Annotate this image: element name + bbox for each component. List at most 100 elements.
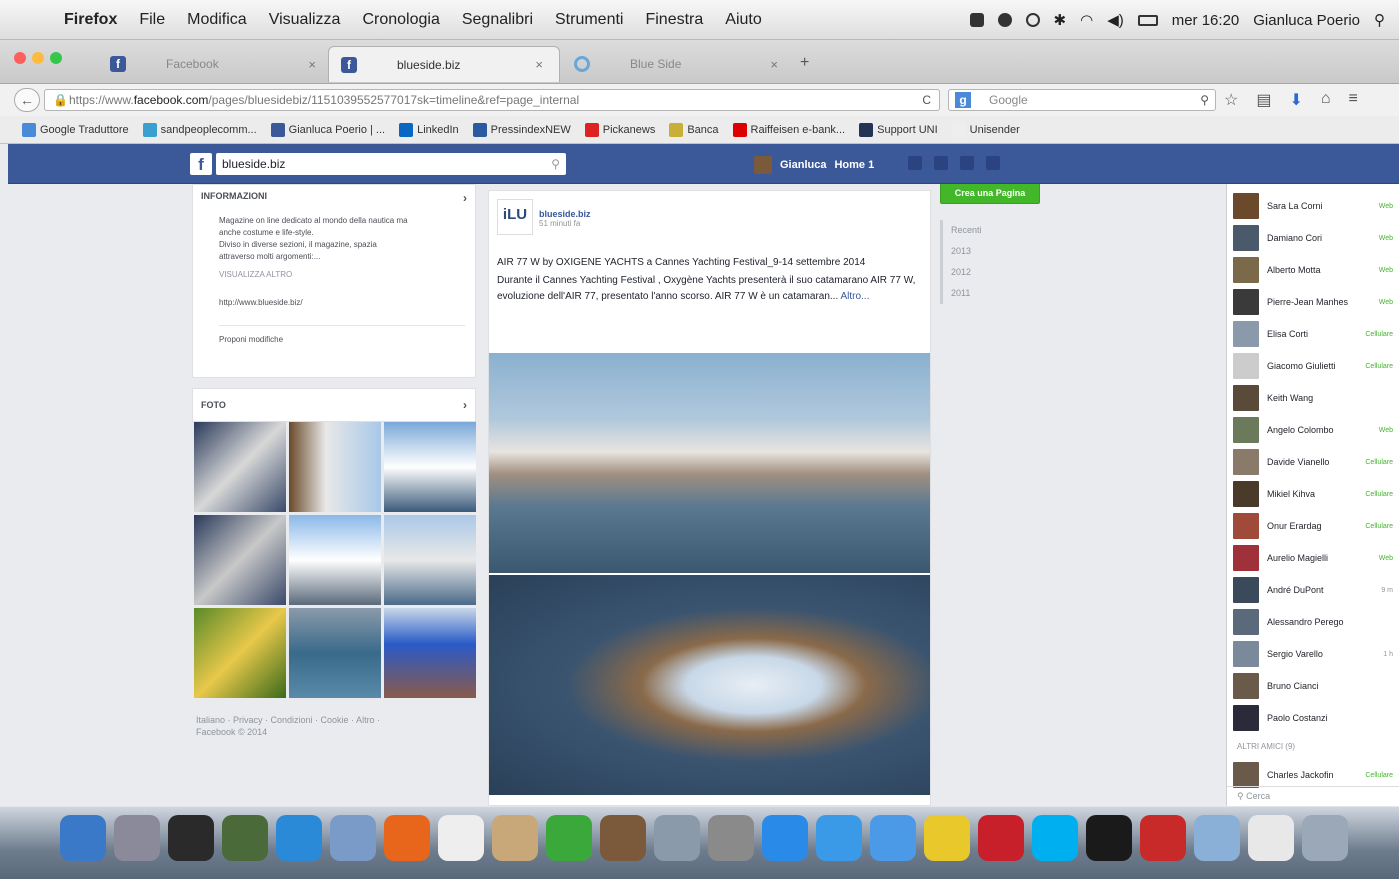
- post-time[interactable]: 51 minuti fa: [539, 219, 591, 228]
- notifications-icon[interactable]: [960, 156, 974, 170]
- trash-icon[interactable]: [1302, 815, 1348, 861]
- search-icon[interactable]: ⚲: [1200, 90, 1209, 110]
- mail-icon[interactable]: [1140, 815, 1186, 861]
- blackberry-icon[interactable]: [1086, 815, 1132, 861]
- home-icon[interactable]: ⌂: [1321, 90, 1331, 110]
- messages-icon[interactable]: [934, 156, 948, 170]
- battery-icon[interactable]: [1137, 14, 1158, 26]
- filezilla-icon[interactable]: [978, 815, 1024, 861]
- image-capture-icon[interactable]: [654, 815, 700, 861]
- chat-friend[interactable]: Damiano Cori Web: [1227, 222, 1399, 254]
- bookmark-item[interactable]: Support UNI: [859, 122, 938, 137]
- timeline-item[interactable]: 2011: [951, 283, 982, 304]
- chat-friend[interactable]: Aurelio Magielli Web: [1227, 542, 1399, 574]
- zoom-window-icon[interactable]: [50, 52, 62, 64]
- chat-friend[interactable]: Giacomo Giulietti Cellulare: [1227, 350, 1399, 382]
- menu-visualizza[interactable]: Visualizza: [269, 11, 341, 29]
- menu-file[interactable]: File: [139, 11, 165, 29]
- firefox-icon[interactable]: [384, 815, 430, 861]
- chat-friend[interactable]: Davide Vianello Cellulare: [1227, 446, 1399, 478]
- create-page-button[interactable]: Crea una Pagina: [940, 184, 1040, 204]
- profile-link[interactable]: Gianluca: [780, 159, 826, 171]
- home-link[interactable]: Home 1: [834, 159, 874, 171]
- website-link[interactable]: http://www.blueside.biz/: [219, 297, 465, 309]
- tab-blueside-biz[interactable]: f blueside.biz ×: [328, 46, 560, 82]
- avatar[interactable]: [754, 156, 772, 174]
- document-icon[interactable]: [1248, 815, 1294, 861]
- address-bar[interactable]: 🔒 https://www.facebook.com/pages/bluesid…: [44, 89, 940, 111]
- new-tab-icon[interactable]: +: [800, 54, 809, 72]
- skype-dup-icon[interactable]: [762, 815, 808, 861]
- close-tab-icon[interactable]: ×: [770, 57, 778, 72]
- facebook-search-input[interactable]: blueside.biz ⚲: [216, 153, 566, 175]
- chevron-right-icon[interactable]: ›: [463, 398, 467, 412]
- chat-friend[interactable]: Keith Wang: [1227, 382, 1399, 414]
- menu-finestra[interactable]: Finestra: [645, 11, 703, 29]
- folder-icon[interactable]: [1194, 815, 1240, 861]
- launchpad-icon[interactable]: [114, 815, 160, 861]
- friend-requests-icon[interactable]: [908, 156, 922, 170]
- safari-icon[interactable]: [816, 815, 862, 861]
- settings-icon[interactable]: [986, 156, 1000, 170]
- bookmark-item[interactable]: Unisender: [951, 122, 1020, 137]
- bookmark-item[interactable]: Banca: [669, 122, 719, 137]
- wifi-icon[interactable]: ◠: [1080, 11, 1093, 29]
- bookmarks-list-icon[interactable]: ▤: [1256, 90, 1271, 110]
- dashboard-icon[interactable]: [168, 815, 214, 861]
- mission-control-icon[interactable]: [222, 815, 268, 861]
- chat-friend[interactable]: Angelo Colombo Web: [1227, 414, 1399, 446]
- see-more-link[interactable]: Altro...: [840, 291, 869, 302]
- chat-friend[interactable]: Bruno Cianci: [1227, 670, 1399, 702]
- see-more-link[interactable]: VISUALIZZA ALTRO: [219, 269, 465, 281]
- time-machine-icon[interactable]: [1025, 13, 1040, 27]
- app-store-icon[interactable]: [276, 815, 322, 861]
- reload-icon[interactable]: C: [922, 90, 931, 110]
- google-icon[interactable]: g: [955, 92, 971, 108]
- contacts-icon[interactable]: [492, 815, 538, 861]
- bookmark-item[interactable]: Pickanews: [584, 122, 655, 137]
- preview-icon[interactable]: [330, 815, 376, 861]
- tab-facebook[interactable]: f Facebook ×: [98, 46, 332, 82]
- bookmark-item[interactable]: Google Traduttore: [22, 122, 129, 137]
- download-icon[interactable]: ⬇: [1289, 90, 1302, 110]
- chat-friend[interactable]: Alberto Motta Web: [1227, 254, 1399, 286]
- chat-friend[interactable]: Sara La Corni Web: [1227, 190, 1399, 222]
- system-preferences-icon[interactable]: [708, 815, 754, 861]
- post-author[interactable]: blueside.biz: [539, 209, 591, 219]
- volume-icon[interactable]: ◀): [1107, 11, 1124, 29]
- close-tab-icon[interactable]: ×: [308, 57, 316, 72]
- minimize-window-icon[interactable]: [32, 52, 44, 64]
- bookmark-star-icon[interactable]: ☆: [1224, 90, 1238, 110]
- bluetooth-icon[interactable]: ✱: [1054, 11, 1067, 29]
- chat-friend[interactable]: Onur Erardag Cellulare: [1227, 510, 1399, 542]
- spotlight-icon[interactable]: ⚲: [1374, 11, 1385, 29]
- photo-thumbnail[interactable]: [384, 515, 476, 605]
- photo-thumbnail[interactable]: [289, 422, 381, 512]
- timeline-item[interactable]: Recenti: [951, 220, 982, 241]
- chat-friend[interactable]: Sergio Varello 1 h: [1227, 638, 1399, 670]
- photo-thumbnail[interactable]: [194, 515, 286, 605]
- menu-firefox[interactable]: Firefox: [64, 11, 117, 29]
- menu-cronologia[interactable]: Cronologia: [362, 11, 439, 29]
- chat-friend[interactable]: Paolo Costanzi: [1227, 702, 1399, 734]
- search-icon[interactable]: ⚲: [551, 153, 560, 175]
- calendar-icon[interactable]: [438, 815, 484, 861]
- chat-friend[interactable]: Mikiel Kihva Cellulare: [1227, 478, 1399, 510]
- chat-search-input[interactable]: ⚲ Cerca: [1227, 786, 1399, 806]
- photo-thumbnail[interactable]: [289, 608, 381, 698]
- facebook-logo-icon[interactable]: f: [190, 153, 212, 175]
- photo-thumbnail[interactable]: [194, 608, 286, 698]
- skype-icon[interactable]: [1032, 815, 1078, 861]
- chat-friend[interactable]: Alessandro Perego: [1227, 606, 1399, 638]
- footer-links[interactable]: Italiano · Privacy · Condizioni · Cookie…: [196, 714, 380, 726]
- photo-thumbnail[interactable]: [194, 422, 286, 512]
- status-icon[interactable]: [969, 13, 984, 27]
- evernote-icon[interactable]: [546, 815, 592, 861]
- photo-thumbnail[interactable]: [384, 608, 476, 698]
- clock[interactable]: mer 16:20: [1172, 12, 1240, 29]
- menu-icon[interactable]: ≡: [1349, 90, 1358, 110]
- bookmark-item[interactable]: sandpeoplecomm...: [142, 122, 257, 137]
- bookmark-item[interactable]: PressindexNEW: [472, 122, 571, 137]
- search-box[interactable]: g Google ⚲: [948, 89, 1216, 111]
- photo-thumbnail[interactable]: [384, 422, 476, 512]
